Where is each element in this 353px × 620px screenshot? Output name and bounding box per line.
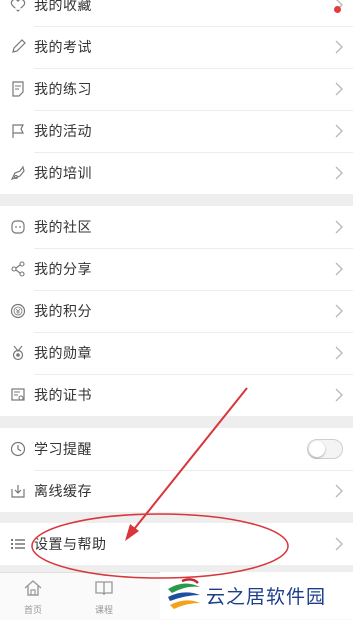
menu-item-offline-cache[interactable]: 离线缓存 — [0, 470, 353, 512]
book-icon — [95, 581, 113, 596]
toggle-knob — [309, 441, 325, 457]
tab-courses-label: 课程 — [94, 606, 113, 616]
menu-item-label: 我的收藏 — [34, 0, 92, 14]
coin-icon — [9, 303, 26, 320]
notification-dot — [334, 6, 341, 13]
menu-item-label: 我的活动 — [34, 124, 92, 140]
chevron-right-icon — [335, 165, 343, 184]
share-icon — [9, 261, 26, 278]
menu-item-training[interactable]: 我的培训 — [0, 152, 353, 194]
menu-item-label: 我的证书 — [34, 388, 92, 404]
chevron-right-icon — [335, 387, 343, 406]
menu-item-practice[interactable]: 我的练习 — [0, 68, 353, 110]
edit-icon[interactable] — [12, 8, 32, 30]
chevron-right-icon — [335, 483, 343, 502]
menu-item-medals[interactable]: 我的勋章 — [0, 332, 353, 374]
menu-item-exams[interactable]: 我的考试 — [0, 26, 353, 68]
menu-item-settings-help[interactable]: 设置与帮助 — [0, 523, 353, 565]
menu-item-label: 我的考试 — [34, 40, 92, 56]
menu-item-label: 我的练习 — [34, 82, 92, 98]
chevron-right-icon — [335, 303, 343, 322]
menu-group-learning: 学习提醒 离线缓存 — [0, 428, 353, 512]
chevron-right-icon — [335, 123, 343, 142]
menu-item-favorites[interactable]: 我的收藏 — [0, 0, 353, 26]
menu-item-label: 我的培训 — [34, 166, 92, 182]
chat-icon — [9, 219, 26, 236]
chevron-right-icon — [335, 219, 343, 238]
tab-home-label: 首页 — [23, 606, 42, 616]
menu-group-social: 我的社区 我的分享 我的积分 我的勋章 我的证书 — [0, 206, 353, 416]
training-icon — [9, 165, 26, 182]
study-reminder-toggle[interactable] — [307, 439, 343, 459]
home-icon — [24, 580, 42, 596]
chevron-right-icon — [335, 345, 343, 364]
chevron-right-icon — [335, 39, 343, 58]
menu-item-label: 离线缓存 — [34, 484, 92, 500]
menu-item-points[interactable]: 我的积分 — [0, 290, 353, 332]
menu-item-certificates[interactable]: 我的证书 — [0, 374, 353, 416]
list-icon — [9, 536, 26, 553]
menu-item-label: 我的积分 — [34, 304, 92, 320]
menu-group-personal: 我的收藏 我的考试 我的练习 我的活动 我的培训 — [0, 0, 353, 194]
pencil-icon — [9, 39, 26, 56]
tab-courses[interactable]: 课程 — [84, 579, 124, 616]
certificate-icon — [9, 387, 26, 404]
mail-icon[interactable] — [323, 6, 343, 28]
watermark-logo — [168, 578, 200, 609]
chevron-right-icon — [335, 261, 343, 280]
tab-home[interactable]: 首页 — [13, 579, 53, 616]
menu-item-label: 学习提醒 — [34, 442, 92, 458]
menu-item-label: 我的分享 — [34, 262, 92, 278]
flag-icon — [9, 123, 26, 140]
download-icon — [9, 483, 26, 500]
menu-item-activities[interactable]: 我的活动 — [0, 110, 353, 152]
menu-item-label: 我的勋章 — [34, 346, 92, 362]
menu-group-settings: 设置与帮助 — [0, 523, 353, 565]
document-icon — [9, 81, 26, 98]
medal-icon — [9, 345, 26, 362]
menu-item-label: 设置与帮助 — [34, 537, 107, 553]
menu-item-community[interactable]: 我的社区 — [0, 206, 353, 248]
watermark-text: 云之居软件园 — [206, 586, 327, 608]
menu-item-label: 我的社区 — [34, 220, 92, 236]
chevron-right-icon — [335, 536, 343, 555]
clock-icon — [9, 441, 26, 458]
menu-item-shares[interactable]: 我的分享 — [0, 248, 353, 290]
chevron-right-icon — [335, 81, 343, 100]
menu-item-study-reminder: 学习提醒 — [0, 428, 353, 470]
watermark: 云之居软件园 — [160, 572, 353, 619]
